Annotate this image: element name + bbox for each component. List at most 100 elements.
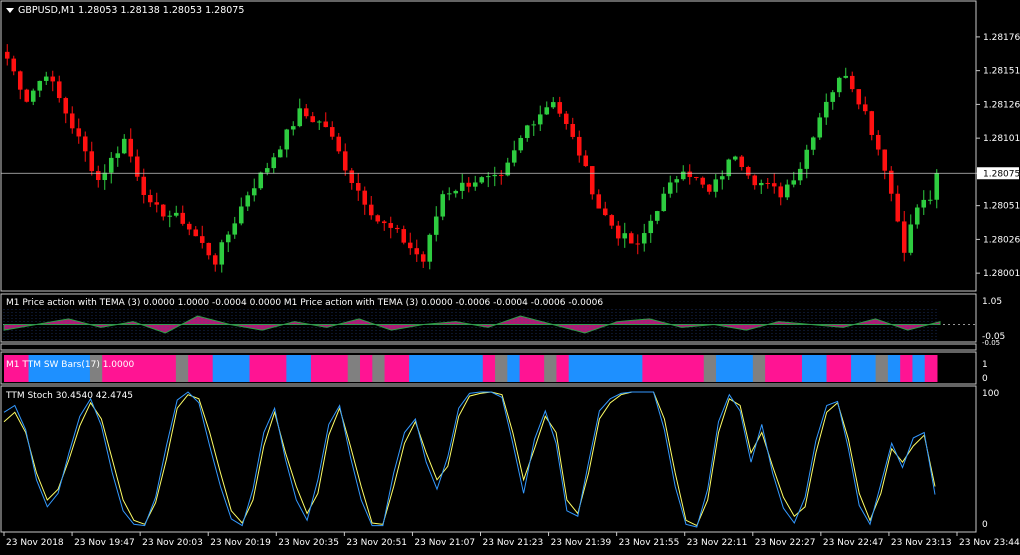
sw-bar-segment <box>924 355 938 382</box>
candle-body <box>121 138 127 154</box>
candle-body <box>726 159 732 177</box>
candle-body <box>245 195 251 207</box>
candle-body <box>63 98 69 114</box>
candle-body <box>225 234 231 243</box>
sw-bar-segment <box>495 355 508 382</box>
time-tick-label: 23 Nov 22:11 <box>687 538 748 548</box>
candle-body <box>199 236 205 243</box>
candle-body <box>414 248 420 255</box>
candle-body <box>167 215 173 217</box>
candle-body <box>797 168 803 181</box>
candle-body <box>667 182 673 194</box>
candle-body <box>492 174 498 177</box>
sw-bar-segment <box>249 355 287 382</box>
sw-bar-segment <box>347 355 361 382</box>
candle-body <box>862 104 868 112</box>
candle-body <box>537 114 543 125</box>
candle-body <box>154 202 160 205</box>
sw-bar-segment <box>703 355 717 382</box>
candle-body <box>615 225 621 239</box>
candle-body <box>921 199 927 208</box>
candle-body <box>427 234 433 262</box>
tema-axis-bottom: -0.05 <box>982 339 1000 347</box>
sw-bar-segment <box>175 355 189 382</box>
candle-body <box>89 151 95 172</box>
candle-body <box>531 124 537 126</box>
candle-body <box>258 172 264 189</box>
bars-axis-top: 1 <box>982 360 988 370</box>
time-tick-label: 23 Nov 23:44 <box>959 538 1020 548</box>
candle-body <box>888 170 894 194</box>
candle-body <box>693 176 699 178</box>
candle-body <box>24 89 30 102</box>
candle-body <box>628 233 634 244</box>
candle-body <box>804 149 810 169</box>
candle-body <box>108 157 114 173</box>
candle-body <box>277 149 283 158</box>
candle-body <box>141 176 147 195</box>
candle-body <box>895 193 901 222</box>
candle-body <box>583 155 589 167</box>
candle-body <box>648 220 654 234</box>
candle-body <box>752 175 758 186</box>
tema-axis-top: 1.05 <box>982 297 1002 307</box>
candle-body <box>810 137 816 150</box>
current-price-label: 1.28075 <box>983 169 1020 179</box>
candle-body <box>453 190 459 194</box>
candle-body <box>284 129 290 150</box>
trading-chart[interactable]: 1.28176 1.28151 1.28126 1.28101 1.28075 1.280… <box>0 0 1020 551</box>
candle-body <box>472 182 478 187</box>
candle-body <box>758 182 764 186</box>
candle-body <box>440 194 446 217</box>
candle-body <box>180 212 186 224</box>
candle-body <box>856 89 862 105</box>
time-tick-label: 23 Nov 21:07 <box>414 538 475 548</box>
candle-body <box>394 227 400 230</box>
candle-body <box>232 223 238 235</box>
candle-body <box>115 153 121 158</box>
price-tick-label: 1.28126 <box>983 100 1020 110</box>
candle-body <box>843 75 849 78</box>
candle-body <box>271 157 277 169</box>
candle-body <box>128 138 134 157</box>
candle-body <box>680 171 686 180</box>
candle-body <box>147 194 153 203</box>
candle-body <box>316 121 322 123</box>
candle-body <box>908 224 914 253</box>
candle-body <box>778 186 784 198</box>
candle-body <box>732 156 738 160</box>
candle-body <box>446 193 452 195</box>
candle-body <box>388 223 394 228</box>
candle-body <box>160 204 166 217</box>
candle-body <box>342 151 348 171</box>
candle-body <box>303 108 309 117</box>
candle-body <box>817 117 823 138</box>
sw-bar-segment <box>507 355 521 382</box>
candle-body <box>82 136 88 152</box>
time-tick-label: 23 Nov 2018 <box>6 538 64 548</box>
candle-body <box>687 171 693 177</box>
candle-body <box>433 216 439 235</box>
candle-body <box>381 221 387 224</box>
candle-body <box>459 182 465 191</box>
candle-body <box>524 125 530 138</box>
candle-body <box>69 113 75 129</box>
candle-body <box>336 136 342 152</box>
ttm-sw-bars <box>4 355 938 382</box>
time-tick-label: 23 Nov 21:23 <box>483 538 544 548</box>
price-tick-label: 1.28051 <box>983 202 1020 212</box>
sw-bar-segment <box>188 355 214 382</box>
candle-body <box>17 71 23 90</box>
sw-bar-segment <box>716 355 754 382</box>
candle-body <box>479 177 485 183</box>
sw-bar-segment <box>851 355 877 382</box>
sw-bar-segment <box>826 355 852 382</box>
price-tick-label: 1.28176 <box>983 33 1020 43</box>
candle-body <box>134 156 140 177</box>
candle-body <box>927 199 933 201</box>
candle-body <box>700 177 706 185</box>
candle-body <box>323 121 329 128</box>
candle-body <box>407 242 413 249</box>
stoch-axis-bottom: 0 <box>982 520 988 530</box>
tema-label: M1 Price action with TEMA (3) 0.0000 1.0… <box>6 298 603 308</box>
